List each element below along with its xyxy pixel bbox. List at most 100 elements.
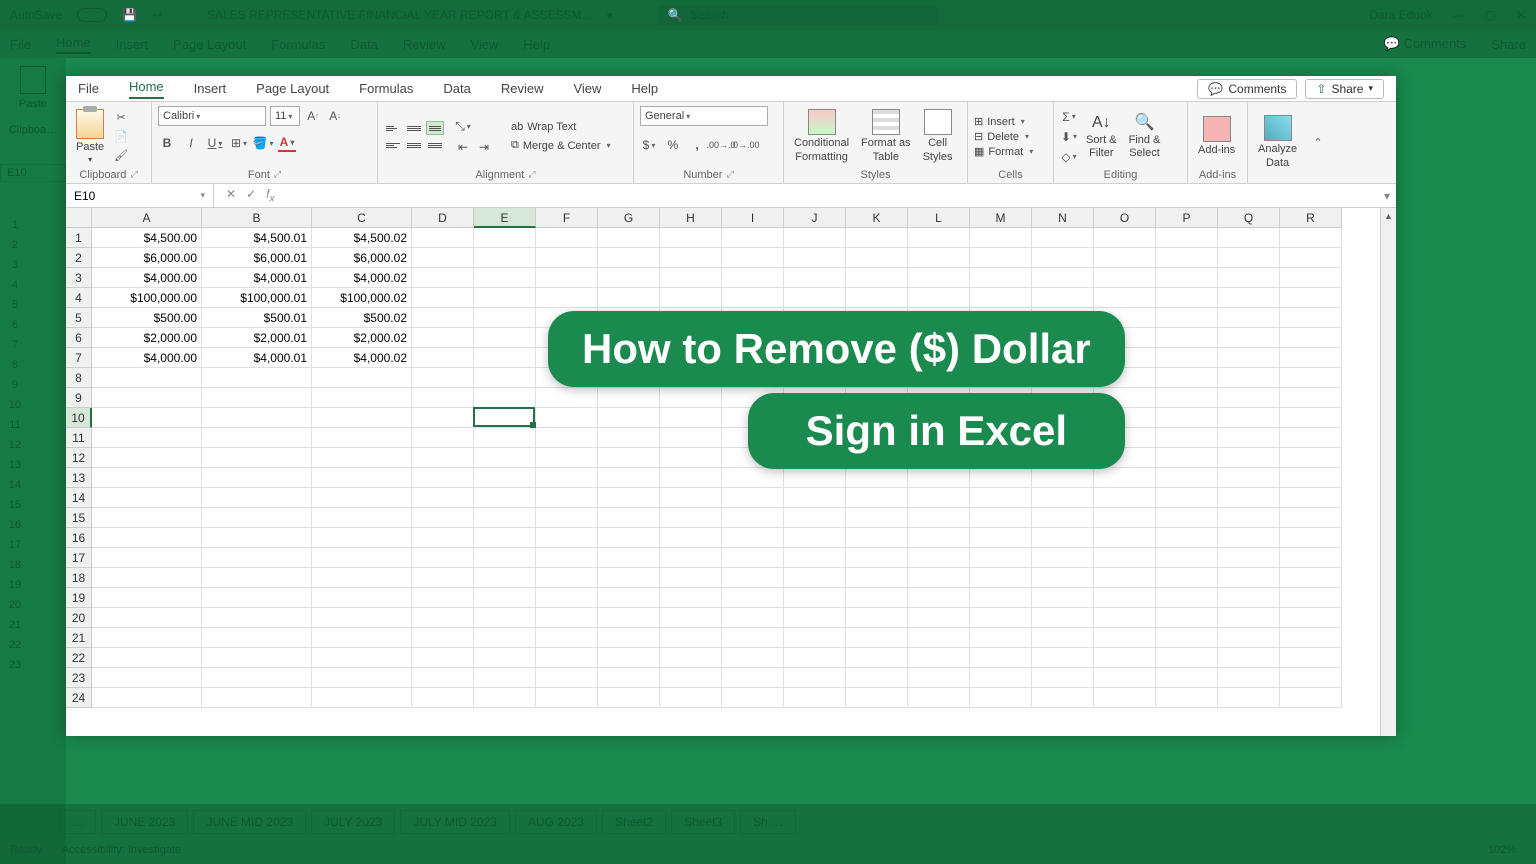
cell[interactable] — [660, 468, 722, 488]
row-header[interactable]: 23 — [66, 668, 92, 688]
cell[interactable]: $4,000.02 — [312, 268, 412, 288]
column-header[interactable]: G — [598, 208, 660, 228]
format-cells-button[interactable]: ▦Format — [974, 145, 1033, 158]
bg-row-header[interactable]: 21 — [0, 615, 30, 635]
cell[interactable] — [92, 468, 202, 488]
fill-color-button[interactable]: 🪣 — [254, 134, 272, 152]
cell[interactable] — [970, 468, 1032, 488]
fill-button[interactable]: ⬇ — [1060, 128, 1078, 146]
cell[interactable] — [1280, 628, 1342, 648]
cell[interactable] — [92, 408, 202, 428]
cell[interactable] — [1156, 528, 1218, 548]
cell[interactable] — [1156, 668, 1218, 688]
cell[interactable]: $6,000.02 — [312, 248, 412, 268]
cell[interactable] — [1218, 248, 1280, 268]
cell[interactable] — [1280, 288, 1342, 308]
cell[interactable] — [1156, 608, 1218, 628]
dialog-launcher-icon[interactable]: ⤢ — [726, 169, 733, 181]
vertical-scrollbar[interactable]: ▲ — [1380, 208, 1396, 736]
cell[interactable] — [908, 688, 970, 708]
cell[interactable] — [202, 668, 312, 688]
bg-share-button[interactable]: Share — [1491, 37, 1526, 52]
cell[interactable] — [1280, 548, 1342, 568]
spreadsheet-grid[interactable]: 123456789101112131415161718192021222324 … — [66, 208, 1396, 736]
cell[interactable]: $2,000.00 — [92, 328, 202, 348]
cell[interactable] — [1280, 408, 1342, 428]
bg-comments-button[interactable]: 💬 Comments — [1384, 36, 1467, 52]
bg-sheet-tab[interactable]: JUNE 2023 — [101, 810, 188, 834]
cell[interactable] — [1218, 628, 1280, 648]
cell[interactable] — [202, 548, 312, 568]
cell[interactable] — [970, 548, 1032, 568]
cell[interactable] — [536, 288, 598, 308]
cell[interactable] — [1218, 268, 1280, 288]
bg-minimize-icon[interactable]: — — [1453, 8, 1465, 22]
cell[interactable] — [1032, 568, 1094, 588]
cell[interactable]: $4,000.00 — [92, 348, 202, 368]
column-header[interactable]: F — [536, 208, 598, 228]
cell[interactable] — [784, 468, 846, 488]
column-header[interactable]: E — [474, 208, 536, 228]
cell[interactable] — [1032, 628, 1094, 648]
cell[interactable] — [312, 648, 412, 668]
cell[interactable] — [1094, 528, 1156, 548]
cell[interactable] — [908, 668, 970, 688]
cell[interactable] — [1218, 388, 1280, 408]
cell[interactable] — [846, 608, 908, 628]
increase-decimal-button[interactable]: .00→.0 — [712, 136, 730, 154]
cell[interactable] — [412, 368, 474, 388]
italic-button[interactable]: I — [182, 134, 200, 152]
cell[interactable] — [1032, 648, 1094, 668]
row-header[interactable]: 4 — [66, 288, 92, 308]
cell[interactable] — [1156, 308, 1218, 328]
cell[interactable] — [474, 448, 536, 468]
cell[interactable] — [92, 648, 202, 668]
cell[interactable] — [1156, 428, 1218, 448]
cell[interactable] — [474, 608, 536, 628]
analyze-data-button[interactable]: Analyze Data — [1254, 115, 1301, 169]
cell[interactable] — [784, 508, 846, 528]
column-header[interactable]: P — [1156, 208, 1218, 228]
row-header[interactable]: 12 — [66, 448, 92, 468]
cell[interactable] — [92, 628, 202, 648]
cell[interactable] — [536, 488, 598, 508]
cell[interactable] — [1094, 488, 1156, 508]
cell[interactable] — [202, 568, 312, 588]
cell[interactable] — [536, 688, 598, 708]
cell[interactable] — [908, 528, 970, 548]
cell[interactable] — [1218, 348, 1280, 368]
dialog-launcher-icon[interactable]: ⤢ — [528, 169, 535, 181]
cell[interactable] — [784, 528, 846, 548]
cell[interactable] — [412, 248, 474, 268]
cell[interactable] — [474, 348, 536, 368]
cell[interactable] — [92, 528, 202, 548]
cell[interactable]: $4,000.02 — [312, 348, 412, 368]
find-select-button[interactable]: 🔍Find & Select — [1125, 113, 1165, 161]
tab-insert[interactable]: Insert — [194, 81, 227, 96]
cell[interactable] — [970, 608, 1032, 628]
cell[interactable] — [846, 508, 908, 528]
column-header[interactable]: N — [1032, 208, 1094, 228]
cell[interactable] — [1280, 228, 1342, 248]
bg-paste-icon[interactable] — [20, 66, 46, 94]
cell[interactable] — [1218, 428, 1280, 448]
cell[interactable] — [312, 368, 412, 388]
cell[interactable] — [474, 388, 536, 408]
row-header[interactable]: 8 — [66, 368, 92, 388]
bg-tab-insert[interactable]: Insert — [116, 37, 149, 52]
cell[interactable] — [970, 668, 1032, 688]
bg-row-header[interactable]: 6 — [0, 315, 30, 335]
cell[interactable] — [598, 248, 660, 268]
cell[interactable] — [412, 668, 474, 688]
bg-row-header[interactable]: 18 — [0, 555, 30, 575]
cell[interactable] — [1094, 508, 1156, 528]
cell[interactable] — [536, 228, 598, 248]
cell[interactable] — [312, 568, 412, 588]
cell[interactable] — [660, 628, 722, 648]
cell[interactable] — [598, 468, 660, 488]
cell[interactable] — [1218, 508, 1280, 528]
percent-format-button[interactable]: % — [664, 136, 682, 154]
cell[interactable] — [312, 588, 412, 608]
column-header[interactable]: B — [202, 208, 312, 228]
cell[interactable] — [1156, 268, 1218, 288]
